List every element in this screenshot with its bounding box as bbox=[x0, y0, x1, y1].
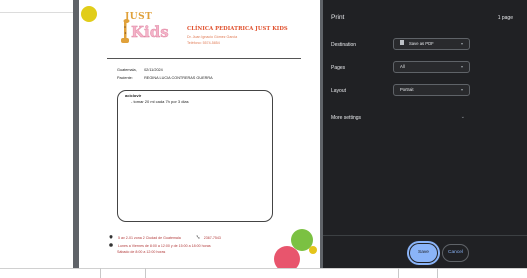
print-settings-panel: Print 1 page Destination Save as PDF ▾ P… bbox=[323, 0, 527, 268]
frame-tick bbox=[398, 268, 399, 278]
prescription-box bbox=[117, 90, 273, 222]
chevron-down-icon: ▾ bbox=[460, 41, 463, 46]
panel-divider bbox=[323, 235, 527, 236]
footer-address: 5 av 2-01 zona 2 Ciudad de Guatemala bbox=[118, 236, 181, 240]
footer-address-row: 5 av 2-01 zona 2 Ciudad de Guatemala 236… bbox=[109, 235, 221, 240]
frame-tick bbox=[100, 268, 101, 278]
clinic-logo: JUST Kids bbox=[119, 12, 169, 48]
footer-saturday: Sábado de 8:00 a 12:00 horas bbox=[117, 250, 166, 254]
cancel-button[interactable]: Cancel bbox=[442, 244, 469, 262]
logo-just-text: JUST bbox=[125, 12, 153, 22]
layout-select[interactable]: Portrait ▾ bbox=[393, 84, 470, 96]
more-settings-toggle[interactable]: More settings bbox=[331, 115, 361, 121]
city-label: Guatemala, bbox=[117, 68, 137, 72]
prescription-drug: aciclovir bbox=[125, 93, 142, 98]
date-value: 02/11/2024 bbox=[144, 68, 163, 72]
footer-phone: 2367-7543 bbox=[203, 236, 221, 240]
frame-tick bbox=[145, 268, 146, 278]
pages-value: All bbox=[400, 64, 405, 69]
chevron-down-icon[interactable]: ⌄ bbox=[461, 114, 465, 120]
preview-page: JUST Kids CLÍNICA PEDIATRICA JUST KIDS D… bbox=[79, 0, 320, 268]
patient-row: Paciente: REGINA LUCIA CONTRERAS GUERRA bbox=[117, 76, 213, 80]
yellow-dot-decoration bbox=[309, 246, 317, 254]
destination-label: Destination bbox=[331, 42, 357, 48]
phone-icon bbox=[196, 235, 200, 239]
frame-bottom-line bbox=[0, 268, 527, 269]
giraffe-icon bbox=[121, 19, 130, 43]
pages-label: Pages bbox=[331, 65, 346, 71]
clock-icon bbox=[109, 243, 113, 247]
chevron-down-icon: ▾ bbox=[460, 64, 463, 69]
patient-name: REGINA LUCIA CONTRERAS GUERRA bbox=[144, 76, 213, 80]
header-divider bbox=[107, 58, 301, 59]
frame-tick bbox=[437, 268, 438, 278]
prescription-instruction: - tomar 20 ml cada 7h por 3 dias bbox=[131, 99, 189, 104]
destination-value: Save as PDF bbox=[409, 41, 434, 46]
logo-kids-text: Kids bbox=[131, 23, 169, 41]
yellow-circle-decoration bbox=[81, 6, 97, 22]
footer-saturday-row: Sábado de 8:00 a 12:00 horas bbox=[117, 250, 165, 254]
footer-schedule-row: Lunes a Viernes de 8:00 a 12:00 y de 15:… bbox=[109, 243, 211, 248]
print-dialog-screen: JUST Kids CLÍNICA PEDIATRICA JUST KIDS D… bbox=[0, 0, 527, 278]
date-row: Guatemala, 02/11/2024 bbox=[117, 68, 163, 72]
print-title: Print bbox=[331, 14, 345, 21]
layout-value: Portrait bbox=[400, 87, 414, 92]
document-icon bbox=[400, 40, 404, 46]
clinic-doctor: Dr. Juan Ignacio Gómez Garcia bbox=[187, 35, 238, 39]
page-count: 1 page bbox=[497, 15, 513, 21]
clinic-phone: Teléfono: 5574-5854 bbox=[187, 41, 220, 45]
print-preview[interactable]: JUST Kids CLÍNICA PEDIATRICA JUST KIDS D… bbox=[73, 0, 323, 268]
footer-schedule: Lunes a Viernes de 8:00 a 12:00 y de 15:… bbox=[118, 244, 211, 248]
location-pin-icon bbox=[109, 235, 113, 239]
patient-label: Paciente: bbox=[117, 76, 133, 80]
clinic-title: CLÍNICA PEDIATRICA JUST KIDS bbox=[187, 26, 288, 32]
save-button[interactable]: Save bbox=[410, 244, 437, 262]
destination-select[interactable]: Save as PDF ▾ bbox=[393, 38, 470, 50]
pages-select[interactable]: All ▾ bbox=[393, 61, 470, 73]
layout-label: Layout bbox=[331, 88, 347, 94]
chevron-down-icon: ▾ bbox=[460, 87, 463, 92]
pink-circle-decoration bbox=[274, 246, 300, 268]
